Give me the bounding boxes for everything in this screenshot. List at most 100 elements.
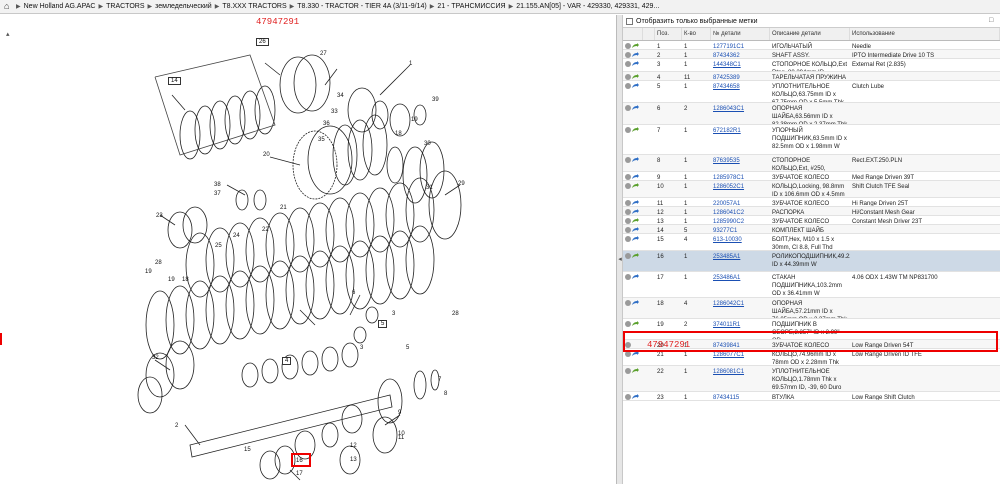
- row-actions[interactable]: [623, 155, 643, 171]
- row-part-number[interactable]: 1286042C1: [711, 298, 770, 318]
- part-number-link[interactable]: 1286052C1: [713, 184, 744, 190]
- row-actions[interactable]: [623, 72, 643, 80]
- breadcrumb-item[interactable]: T8.XXX TRACTORS: [222, 3, 286, 10]
- col-header-desc[interactable]: Описание детали: [770, 28, 850, 40]
- part-number-link[interactable]: 672182R1: [713, 128, 741, 134]
- row-actions[interactable]: [623, 272, 643, 297]
- callout-label[interactable]: 34: [337, 93, 344, 99]
- row-part-number[interactable]: 613-10030: [711, 234, 770, 250]
- part-number-link[interactable]: 87439841: [713, 343, 740, 348]
- table-row[interactable]: 17 1 253486A1 СТАКАН ПОДШИПНИКА,103.2mm OD …: [623, 272, 1000, 298]
- callout-label[interactable]: 9: [398, 410, 401, 416]
- info-icon[interactable]: [625, 157, 631, 164]
- callout-label[interactable]: 2: [175, 423, 178, 429]
- info-icon[interactable]: [625, 61, 631, 68]
- callout-label[interactable]: 3: [392, 311, 395, 317]
- row-part-number[interactable]: 144348C1: [711, 59, 770, 71]
- table-row[interactable]: 9 1 1285978C1 ЗУБЧАТОЕ КОЛЕСО Med Range Driv…: [623, 172, 1000, 181]
- table-row[interactable]: 14 5 93277C1 КОМПЛЕКТ ШАЙБ: [623, 225, 1000, 234]
- callout-label[interactable]: 17: [296, 471, 303, 477]
- home-icon[interactable]: ⌂: [4, 2, 13, 11]
- callout-label[interactable]: 5: [406, 345, 409, 351]
- add-to-cart-icon[interactable]: [632, 183, 639, 189]
- part-number-link[interactable]: 1285978C1: [713, 175, 744, 180]
- table-row[interactable]: 10 1 1286052C1 КОЛЬЦО,Locking, 98.8mm ID x …: [623, 181, 1000, 198]
- row-actions[interactable]: [623, 349, 643, 365]
- add-to-cart-icon[interactable]: [632, 61, 639, 67]
- callout-label[interactable]: 7: [438, 377, 441, 383]
- col-header-use[interactable]: Использование: [850, 28, 1000, 40]
- table-row[interactable]: 16 1 253485A1 РОЛИКОПОДШИПНИК,49.22mm ID x …: [623, 251, 1000, 272]
- callout-label[interactable]: 27: [320, 51, 327, 57]
- row-actions[interactable]: [623, 81, 643, 102]
- info-icon[interactable]: [625, 183, 631, 190]
- callout-label[interactable]: 1: [409, 61, 412, 67]
- add-to-cart-icon[interactable]: [632, 105, 639, 111]
- info-icon[interactable]: [625, 52, 631, 58]
- callout-label[interactable]: 4: [282, 357, 292, 365]
- table-row[interactable]: 19 2 374011R1 ПОДШИПНИК В СБОРЕ,2.257" ID x…: [623, 319, 1000, 340]
- table-row[interactable]: 21 1 1286077C1 КОЛЬЦО,74.96mm ID x 78mm OD …: [623, 349, 1000, 366]
- part-number-link[interactable]: 87434658: [713, 84, 740, 90]
- add-to-cart-icon[interactable]: [632, 157, 639, 163]
- add-to-cart-icon[interactable]: [632, 74, 639, 80]
- row-part-number[interactable]: 672182R1: [711, 125, 770, 154]
- callout-label[interactable]: 18: [182, 277, 189, 283]
- row-actions[interactable]: [623, 50, 643, 58]
- part-number-link[interactable]: 374011R1: [713, 322, 740, 328]
- info-icon[interactable]: [625, 351, 631, 358]
- row-actions[interactable]: [623, 125, 643, 154]
- callout-label[interactable]: 15: [244, 447, 251, 453]
- callout-label[interactable]: 12: [350, 443, 357, 449]
- row-actions[interactable]: [623, 251, 643, 271]
- breadcrumb-item[interactable]: 21.155.AN[05] - VAR - 429330, 429331, 42…: [516, 3, 659, 10]
- callout-label[interactable]: 28: [155, 260, 162, 266]
- breadcrumb-item[interactable]: TRACTORS: [106, 3, 144, 10]
- callout-label[interactable]: 29: [458, 181, 465, 187]
- callout-label[interactable]: 23: [156, 213, 163, 219]
- row-part-number[interactable]: 374011R1: [711, 319, 770, 339]
- callout-label[interactable]: 18: [395, 131, 402, 137]
- table-row[interactable]: 11 1 220057A1 ЗУБЧАТОЕ КОЛЕСО Hi Range Drive…: [623, 198, 1000, 207]
- breadcrumb-item[interactable]: 21 - ТРАНСМИССИЯ: [437, 3, 505, 10]
- part-number-link[interactable]: 1286041C2: [713, 210, 744, 215]
- table-row[interactable]: 7 1 672182R1 УПОРНЫЙ ПОДШИПНИК,63.5mm ID x …: [623, 125, 1000, 155]
- row-actions[interactable]: [623, 172, 643, 180]
- table-row[interactable]: 4 11 87425389 ТАРЕЛЬЧАТАЯ ПРУЖИНА: [623, 72, 1000, 81]
- row-part-number[interactable]: 87434658: [711, 81, 770, 102]
- info-icon[interactable]: [625, 321, 631, 328]
- callout-label[interactable]: 19: [411, 117, 418, 123]
- info-icon[interactable]: [625, 342, 631, 348]
- callout-label[interactable]: 37: [214, 191, 221, 197]
- row-part-number[interactable]: 93277C1: [711, 225, 770, 233]
- callout-label[interactable]: 28: [452, 311, 459, 317]
- info-icon[interactable]: [625, 236, 631, 243]
- add-to-cart-icon[interactable]: [632, 300, 639, 306]
- add-to-cart-icon[interactable]: [632, 368, 639, 374]
- row-part-number[interactable]: 1286081C1: [711, 366, 770, 391]
- row-part-number[interactable]: 87425389: [711, 72, 770, 80]
- row-actions[interactable]: [623, 319, 643, 339]
- callout-label[interactable]: 36: [323, 121, 330, 127]
- callout-label[interactable]: 3: [360, 345, 363, 351]
- row-actions[interactable]: [623, 298, 643, 318]
- add-to-cart-icon[interactable]: [632, 351, 639, 357]
- part-number-link[interactable]: 1286077C1: [713, 352, 744, 358]
- row-actions[interactable]: [623, 198, 643, 206]
- part-number-link[interactable]: 87425389: [713, 75, 740, 80]
- info-icon[interactable]: [625, 43, 631, 49]
- info-icon[interactable]: [625, 218, 631, 224]
- table-row[interactable]: 3 1 144348C1 СТОПОРНОЕ КОЛЬЦО,Ext Rtng, 88.…: [623, 59, 1000, 72]
- table-row[interactable]: 6 2 1286043C1 ОПОРНАЯ ШАЙБА,63.56mm ID x 82…: [623, 103, 1000, 125]
- table-row[interactable]: 15 4 613-10030 БОЛТ,Hex, M10 x 1.5 x 30mm, …: [623, 234, 1000, 251]
- row-actions[interactable]: [623, 234, 643, 250]
- row-part-number[interactable]: 1286041C2: [711, 207, 770, 215]
- part-number-link[interactable]: 93277C1: [713, 228, 737, 233]
- part-number-link[interactable]: 87434362: [713, 53, 740, 58]
- callout-label[interactable]: 24: [233, 233, 240, 239]
- table-row[interactable]: 8 1 87639535 СТОПОРНОЕ КОЛЬЦО,Ext, #250, 59…: [623, 155, 1000, 172]
- info-icon[interactable]: [625, 200, 631, 206]
- add-to-cart-icon[interactable]: [632, 127, 639, 133]
- info-icon[interactable]: [625, 127, 631, 134]
- row-part-number[interactable]: 87434362: [711, 50, 770, 58]
